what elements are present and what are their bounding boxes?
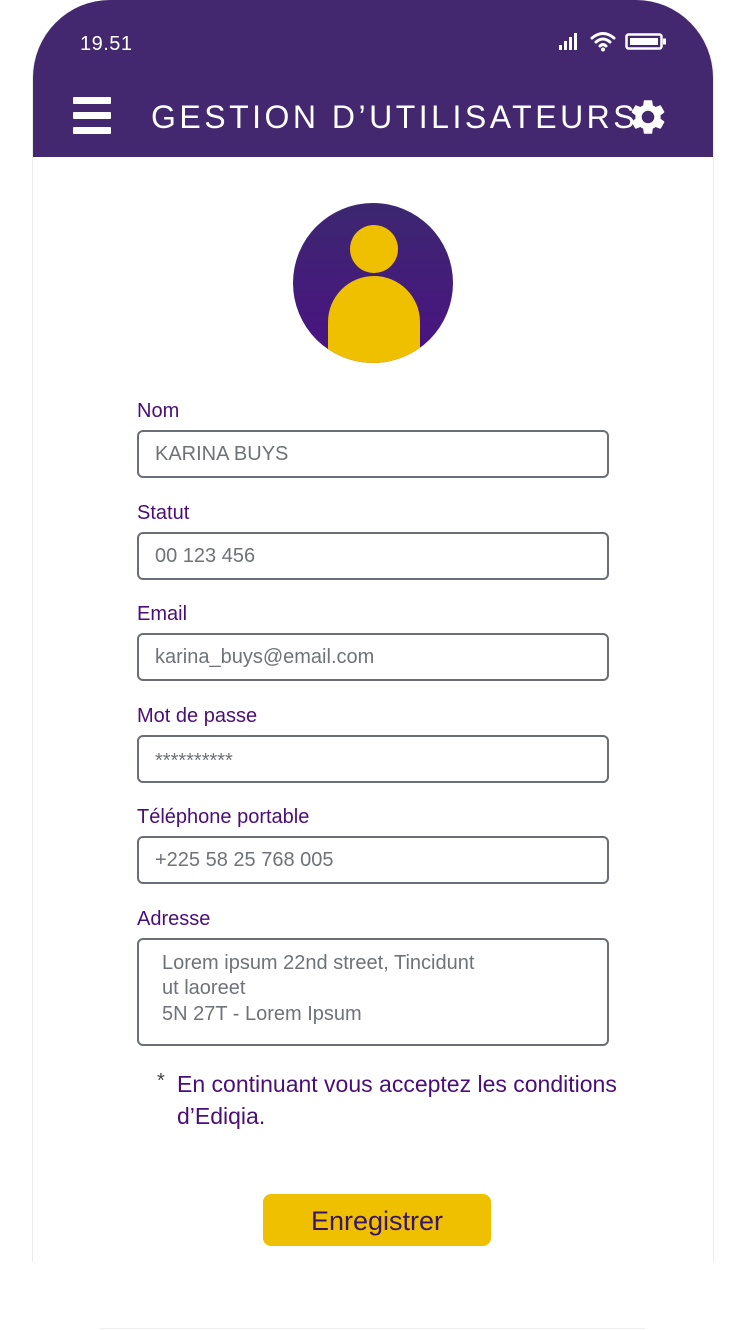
phone-screen: 19.51 GESTION D’UTILISATEURS Nom KARINA … [32, 0, 714, 1262]
address-line: 5N 27T - Lorem Ipsum [162, 1003, 362, 1025]
address-label: Adresse [137, 908, 211, 930]
address-field[interactable]: Lorem ipsum 22nd street, Tincidunt ut la… [137, 938, 609, 1046]
save-button[interactable]: Enregistrer [263, 1194, 491, 1246]
note-asterisk: * [157, 1070, 165, 1092]
app-header: 19.51 GESTION D’UTILISATEURS [33, 0, 713, 157]
avatar-head [350, 225, 398, 273]
status-value: 00 123 456 [155, 545, 256, 567]
wifi-icon [590, 32, 616, 52]
user-avatar-icon[interactable] [293, 203, 453, 363]
phone-value: +225 58 25 768 005 [155, 849, 334, 871]
page-title: GESTION D’UTILISATEURS [151, 99, 639, 135]
name-value: KARINA BUYS [155, 443, 289, 465]
avatar-body [328, 276, 420, 363]
phone-field[interactable]: +225 58 25 768 005 [137, 836, 609, 884]
password-field[interactable]: ********** [137, 735, 609, 783]
password-value: ********** [155, 750, 233, 772]
status-field[interactable]: 00 123 456 [137, 532, 609, 580]
status-time: 19.51 [80, 33, 133, 55]
hamburger-menu-icon[interactable] [73, 97, 113, 137]
address-line: Lorem ipsum 22nd street, Tincidunt [162, 952, 475, 974]
name-label: Nom [137, 400, 180, 422]
address-line: ut laoreet [162, 977, 246, 999]
gear-icon[interactable] [627, 96, 669, 138]
divider [100, 1328, 645, 1329]
terms-note: En continuant vous acceptez les conditio… [177, 1071, 617, 1129]
email-label: Email [137, 603, 188, 625]
password-label: Mot de passe [137, 705, 258, 727]
status-label: Statut [137, 502, 190, 524]
email-field[interactable]: karina_buys@email.com [137, 633, 609, 681]
battery-icon [625, 33, 666, 50]
phone-label: Téléphone portable [137, 806, 310, 828]
name-field[interactable]: KARINA BUYS [137, 430, 609, 478]
signal-icon [559, 33, 577, 50]
email-value: karina_buys@email.com [155, 646, 375, 668]
